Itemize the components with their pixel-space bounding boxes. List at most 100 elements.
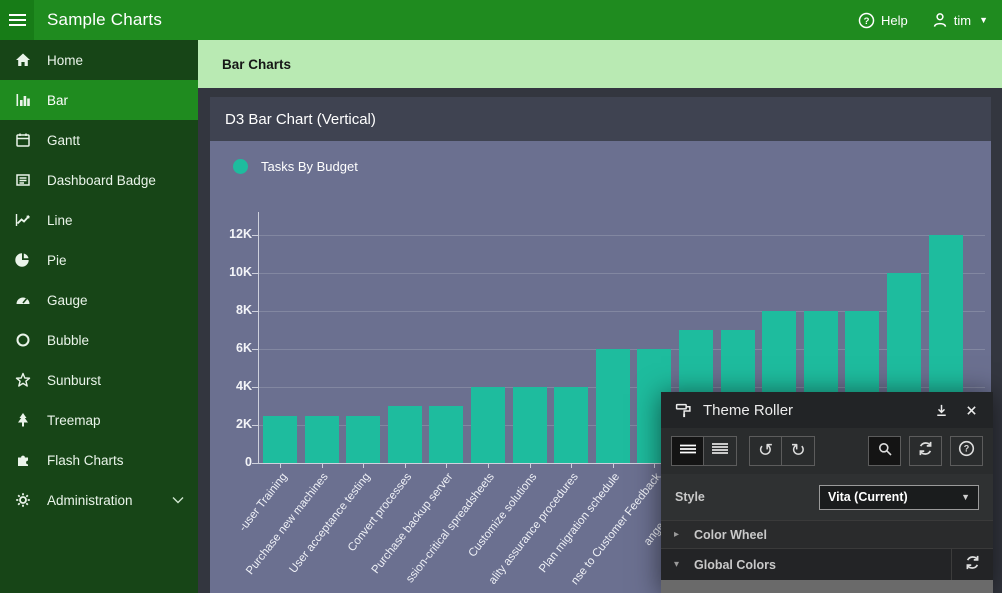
x-tick (654, 463, 655, 468)
cycle-icon (964, 554, 981, 576)
line-chart-icon (14, 212, 32, 228)
app-title: Sample Charts (47, 10, 162, 30)
bar[interactable] (513, 387, 547, 463)
lines-narrow-icon (679, 442, 697, 461)
sidebar-item-gauge[interactable]: Gauge (0, 280, 198, 320)
legend-swatch-icon (233, 159, 248, 174)
user-menu-button[interactable]: tim ▼ (932, 12, 988, 28)
home-icon (14, 52, 32, 68)
svg-text:?: ? (864, 15, 870, 26)
section-global-colors[interactable]: ▾ Global Colors (661, 548, 993, 580)
sidebar-item-label: Gauge (47, 293, 88, 308)
sidebar-item-pie[interactable]: Pie (0, 240, 198, 280)
download-icon[interactable] (931, 400, 951, 420)
sidebar-item-label: Bubble (47, 333, 89, 348)
gridline (258, 273, 985, 274)
x-tick (446, 463, 447, 468)
help-circle-icon: ? (958, 440, 975, 462)
sidebar-item-administration[interactable]: Administration (0, 480, 198, 520)
app-window: Sample Charts ? Help tim ▼ Home Bar Gantt D… (0, 0, 1002, 593)
sidebar-item-gantt[interactable]: Gantt (0, 120, 198, 160)
user-name: tim (954, 13, 971, 28)
bar[interactable] (471, 387, 505, 463)
pie-chart-icon (14, 252, 32, 268)
x-tick (405, 463, 406, 468)
style-select[interactable]: Vita (Current) ▼ (819, 485, 979, 510)
sidebar-item-label: Pie (47, 253, 67, 268)
undo-icon: ↺ (758, 442, 773, 461)
sidebar-item-home[interactable]: Home (0, 40, 198, 80)
sidebar-item-label: Line (47, 213, 73, 228)
help-circle-button[interactable]: ? (950, 436, 983, 466)
style-row: Style Vita (Current) ▼ (661, 474, 993, 520)
bar[interactable] (429, 406, 463, 463)
breadcrumb: Bar Charts (198, 40, 1002, 88)
redo-button[interactable]: ↻ (782, 436, 815, 466)
hamburger-menu-icon[interactable] (0, 0, 34, 40)
theme-roller-header[interactable]: Theme Roller (661, 392, 993, 428)
theme-roller-title: Theme Roller (703, 402, 793, 419)
search-icon (877, 441, 893, 462)
sidebar-item-label: Gantt (47, 133, 80, 148)
circle-icon (14, 332, 32, 348)
y-tick-label: 12K (210, 227, 252, 241)
page-title: Bar Charts (222, 57, 291, 72)
sidebar-item-flash-charts[interactable]: Flash Charts (0, 440, 198, 480)
close-icon[interactable] (961, 400, 981, 420)
search-button[interactable] (868, 436, 901, 466)
x-tick (363, 463, 364, 468)
sidebar-item-dashboard-badge[interactable]: Dashboard Badge (0, 160, 198, 200)
paint-roller-icon (673, 400, 693, 420)
chart-widget-header: D3 Bar Chart (Vertical) (210, 97, 991, 141)
sidebar-item-bar[interactable]: Bar (0, 80, 198, 120)
lines-wide-icon (711, 442, 729, 461)
user-icon (932, 12, 948, 28)
sidebar-item-line[interactable]: Line (0, 200, 198, 240)
sidebar-nav: Home Bar Gantt Dashboard Badge Line Pie Gauge B… (0, 40, 198, 593)
section-label: Global Colors (694, 558, 776, 572)
sidebar-item-label: Flash Charts (47, 453, 124, 468)
section-label: Color Wheel (694, 528, 767, 542)
redo-icon: ↻ (790, 442, 805, 461)
puzzle-icon (14, 452, 32, 468)
undo-button[interactable]: ↺ (749, 436, 782, 466)
sidebar-item-sunburst[interactable]: Sunburst (0, 360, 198, 400)
gear-icon (14, 492, 32, 508)
style-select-value: Vita (Current) (828, 490, 908, 504)
bar[interactable] (346, 416, 380, 464)
y-tick-label: 10K (210, 265, 252, 279)
y-tick-label: 6K (210, 341, 252, 355)
sidebar-item-label: Home (47, 53, 83, 68)
sidebar-item-label: Administration (47, 493, 133, 508)
x-tick (571, 463, 572, 468)
topbar-actions: ? Help tim ▼ (858, 12, 1002, 29)
section-color-wheel[interactable]: ▸ Color Wheel (661, 520, 993, 548)
bar[interactable] (596, 349, 630, 463)
y-tick-label: 0 (210, 455, 252, 469)
select-caret-icon: ▼ (961, 492, 970, 502)
y-tick-label: 8K (210, 303, 252, 317)
tree-icon (14, 412, 32, 428)
reset-colors-button[interactable] (951, 549, 993, 580)
top-bar: Sample Charts ? Help tim ▼ (0, 0, 1002, 40)
help-circle-icon: ? (858, 12, 875, 29)
bar[interactable] (263, 416, 297, 464)
star-icon (14, 372, 32, 388)
x-tick (488, 463, 489, 468)
legend-label: Tasks By Budget (261, 159, 358, 174)
list-box-icon (14, 172, 32, 188)
legend-item[interactable]: Tasks By Budget (233, 159, 358, 174)
bar[interactable] (554, 387, 588, 463)
sidebar-item-bubble[interactable]: Bubble (0, 320, 198, 360)
bar-chart-icon (14, 92, 32, 108)
chart-widget-title: D3 Bar Chart (Vertical) (225, 111, 376, 128)
lines-wide-button[interactable] (704, 436, 737, 466)
lines-narrow-button[interactable] (671, 436, 704, 466)
bar[interactable] (305, 416, 339, 464)
bar[interactable] (388, 406, 422, 463)
y-tick-label: 4K (210, 379, 252, 393)
svg-text:?: ? (964, 444, 970, 454)
cycle-button[interactable] (909, 436, 942, 466)
help-button[interactable]: ? Help (858, 12, 908, 29)
sidebar-item-treemap[interactable]: Treemap (0, 400, 198, 440)
